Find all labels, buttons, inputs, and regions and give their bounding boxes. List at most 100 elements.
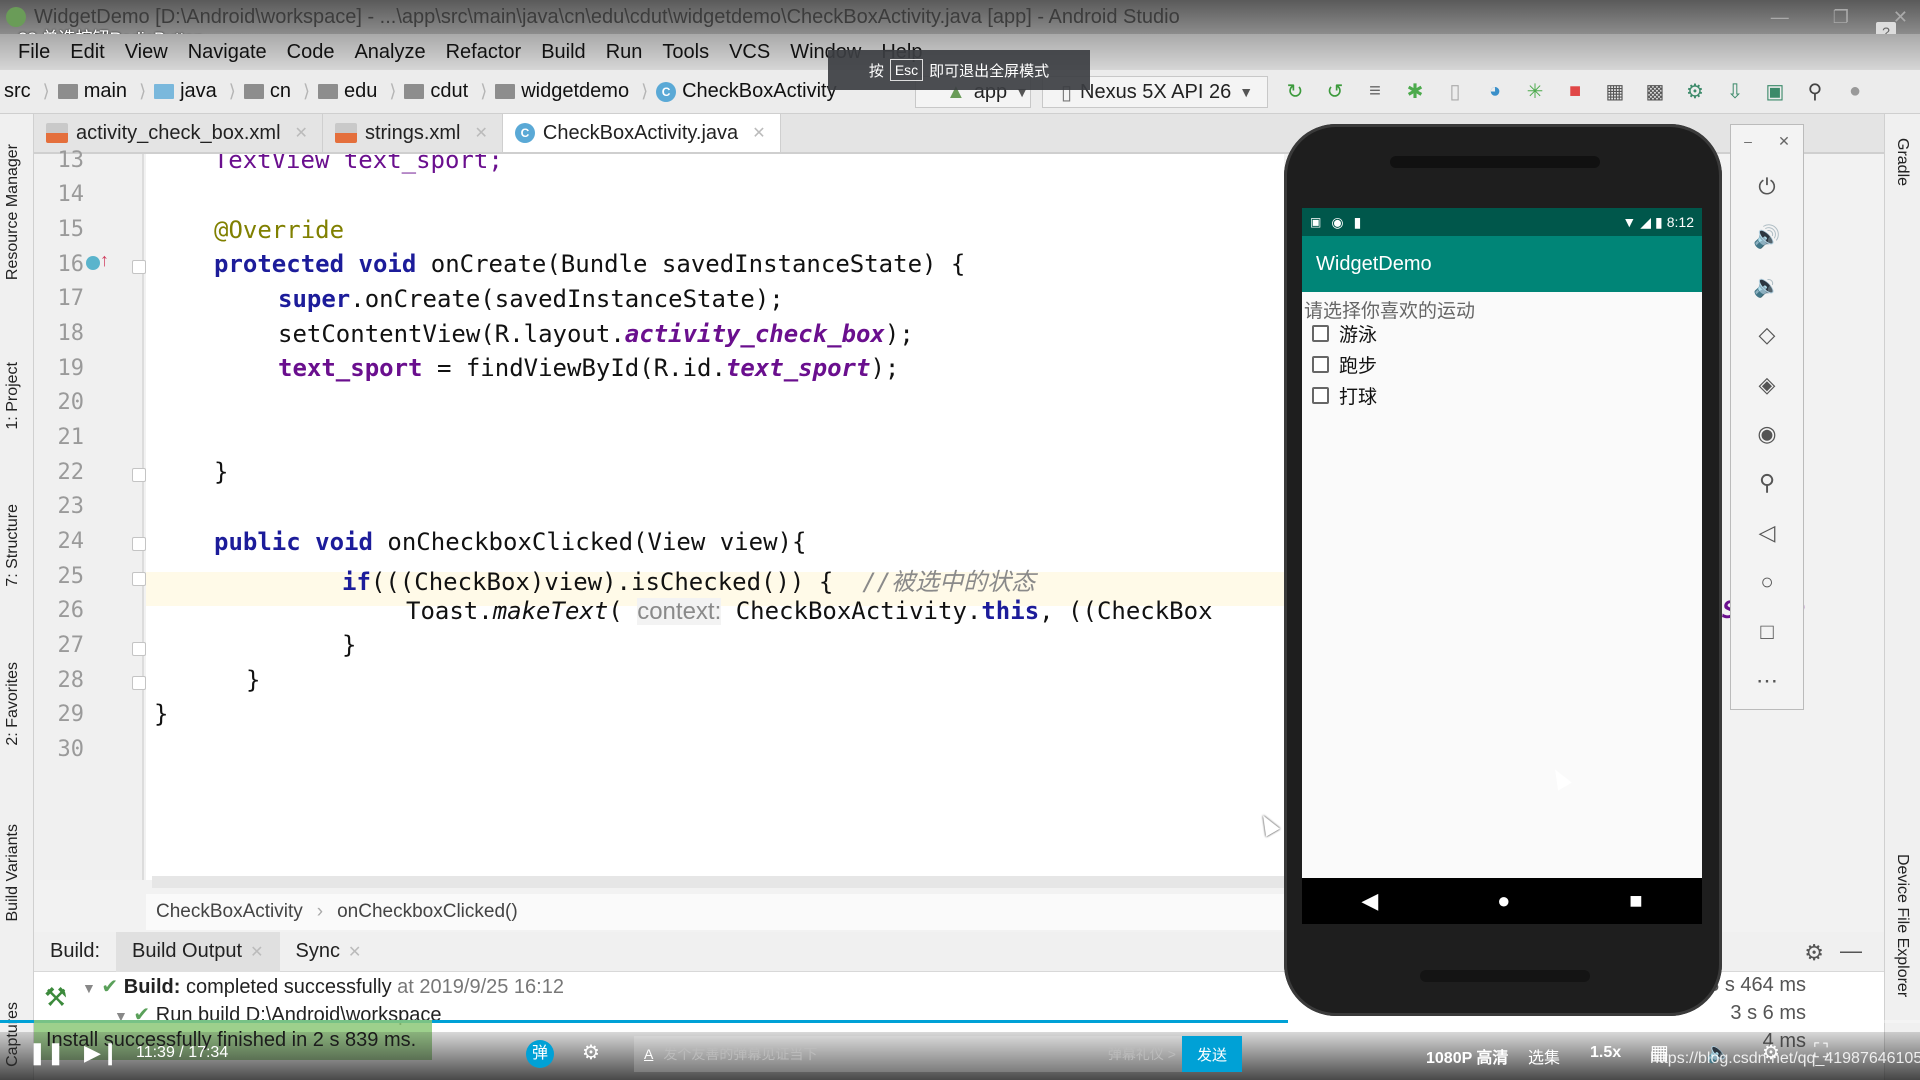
- quality-select[interactable]: 1080P 高清: [1426, 1044, 1508, 1068]
- menu-tools[interactable]: Tools: [652, 41, 719, 64]
- text-style-icon[interactable]: A: [644, 1046, 653, 1062]
- breadcrumb-class[interactable]: CheckBoxActivity: [156, 901, 303, 923]
- recents-nav-icon[interactable]: ■: [1629, 888, 1642, 914]
- home-nav-icon[interactable]: ●: [1497, 888, 1510, 914]
- avd-manager-icon[interactable]: ⚙: [1682, 78, 1708, 104]
- fold-marker[interactable]: [132, 260, 146, 274]
- pause-icon[interactable]: ❚❚: [28, 1040, 65, 1066]
- tool-favorites[interactable]: 2: Favorites: [4, 662, 22, 746]
- tool-build-variants[interactable]: Build Variants: [4, 824, 22, 922]
- apply-changes-icon[interactable]: ↻: [1282, 78, 1308, 104]
- episodes-button[interactable]: 选集: [1528, 1044, 1560, 1068]
- breadcrumb-edu[interactable]: edu ⟩: [317, 80, 396, 103]
- home-icon[interactable]: ○: [1731, 562, 1803, 602]
- playback-speed[interactable]: 1.5x: [1590, 1044, 1621, 1062]
- build-result-row[interactable]: ▼ ✔ Build: completed successfully at 201…: [82, 974, 564, 999]
- danmaku-etiquette-link[interactable]: 弹幕礼仪 >: [1108, 1044, 1176, 1064]
- maximize-icon[interactable]: ❐: [1833, 0, 1849, 34]
- stop-icon[interactable]: ■: [1562, 78, 1588, 104]
- editor-horizontal-scrollbar[interactable]: [152, 876, 1284, 888]
- breadcrumb-java[interactable]: java ⟩: [154, 80, 236, 103]
- tool-gradle[interactable]: Gradle: [1893, 138, 1911, 186]
- checkbox-swimming[interactable]: 游泳: [1312, 320, 1377, 347]
- build-hammer-icon[interactable]: ⚒: [44, 982, 67, 1013]
- search-icon[interactable]: ⚲: [1802, 78, 1828, 104]
- checkbox[interactable]: [1312, 325, 1329, 342]
- tool-structure[interactable]: 7: Structure: [4, 504, 22, 587]
- debug-icon[interactable]: ✱: [1402, 78, 1428, 104]
- next-icon[interactable]: ▶❙: [84, 1040, 119, 1066]
- send-danmaku-button[interactable]: 发送: [1182, 1036, 1242, 1072]
- breadcrumb-cn[interactable]: cn ⟩: [243, 80, 310, 103]
- user-icon[interactable]: ●: [1842, 78, 1868, 104]
- checkbox[interactable]: [1312, 387, 1329, 404]
- fold-marker[interactable]: [132, 642, 146, 656]
- expand-triangle-icon[interactable]: ▼: [82, 980, 96, 996]
- checkbox-ball[interactable]: 打球: [1312, 382, 1377, 409]
- breadcrumb-src[interactable]: src ⟩: [4, 80, 50, 103]
- menu-view[interactable]: View: [115, 41, 178, 64]
- sdk-manager-icon[interactable]: ⇩: [1722, 78, 1748, 104]
- danmaku-settings-icon[interactable]: ⚙: [582, 1040, 600, 1065]
- help-icon[interactable]: ?: [1876, 22, 1896, 34]
- close-icon[interactable]: ✕: [295, 123, 308, 143]
- close-icon[interactable]: ✕: [752, 123, 765, 143]
- project-structure-icon[interactable]: ▦: [1602, 78, 1628, 104]
- rotate-right-icon[interactable]: ◈: [1731, 365, 1803, 405]
- tab-sync[interactable]: Sync ✕: [280, 932, 378, 972]
- breadcrumb-cdut[interactable]: cdut ⟩: [404, 80, 487, 103]
- close-icon[interactable]: ✕: [250, 942, 263, 962]
- tab-build-output[interactable]: Build Output ✕: [116, 931, 280, 972]
- override-method-icon[interactable]: ↑: [86, 250, 112, 276]
- profile-icon[interactable]: ◕: [1482, 78, 1508, 104]
- checkbox-running[interactable]: 跑步: [1312, 351, 1377, 378]
- breadcrumb-checkboxactivity[interactable]: C CheckBoxActivity: [656, 80, 837, 103]
- more-icon[interactable]: ⋯: [1731, 661, 1803, 701]
- menu-navigate[interactable]: Navigate: [178, 41, 277, 64]
- minimize-panel-icon[interactable]: —: [1840, 938, 1862, 964]
- terminal-icon[interactable]: ▩: [1642, 78, 1668, 104]
- tool-device-file-explorer[interactable]: Device File Explorer: [1893, 854, 1911, 997]
- rotate-left-icon[interactable]: ◇: [1731, 315, 1803, 355]
- sync-icon[interactable]: ≡: [1362, 78, 1388, 104]
- tool-project[interactable]: 1: Project: [4, 362, 22, 430]
- attach-debugger-icon[interactable]: ▯: [1442, 78, 1468, 104]
- back-nav-icon[interactable]: ◀: [1361, 888, 1378, 914]
- apply-code-changes-icon[interactable]: ↺: [1322, 78, 1348, 104]
- tool-resource-manager[interactable]: Resource Manager: [4, 144, 22, 280]
- breadcrumb-widgetdemo[interactable]: widgetdemo ⟩: [495, 80, 648, 103]
- danmaku-toggle-icon[interactable]: 弹: [526, 1040, 554, 1068]
- menu-edit[interactable]: Edit: [60, 41, 114, 64]
- device-icon[interactable]: ▣: [1762, 78, 1788, 104]
- tab-activity-check-box-xml[interactable]: activity_check_box.xml ✕: [34, 114, 323, 152]
- fold-marker[interactable]: [132, 468, 146, 482]
- danmaku-input[interactable]: A 发个友善的弹幕见证当下 弹幕礼仪 >: [634, 1036, 1184, 1072]
- menu-analyze[interactable]: Analyze: [344, 41, 435, 64]
- volume-down-icon[interactable]: 🔉: [1731, 266, 1803, 306]
- checkbox[interactable]: [1312, 356, 1329, 373]
- menu-vcs[interactable]: VCS: [719, 41, 780, 64]
- fold-marker[interactable]: [132, 676, 146, 690]
- fold-marker[interactable]: [132, 537, 146, 551]
- close-icon[interactable]: ✕: [348, 942, 361, 962]
- menu-code[interactable]: Code: [277, 41, 345, 64]
- camera-icon[interactable]: ◉: [1731, 414, 1803, 454]
- code-editor[interactable]: TextView text_sport; @Override protected…: [146, 154, 1284, 880]
- minimize-icon[interactable]: –: [1744, 133, 1752, 150]
- menu-build[interactable]: Build: [531, 41, 595, 64]
- menu-file[interactable]: File: [8, 41, 60, 64]
- close-icon[interactable]: ✕: [475, 123, 488, 143]
- breadcrumb-main[interactable]: main ⟩: [57, 80, 146, 103]
- overview-icon[interactable]: □: [1731, 612, 1803, 652]
- stop-debug-icon[interactable]: ✳: [1522, 78, 1548, 104]
- fold-marker[interactable]: [132, 572, 146, 586]
- zoom-icon[interactable]: ⚲: [1731, 463, 1803, 503]
- close-icon[interactable]: ✕: [1778, 133, 1790, 150]
- tab-checkboxactivity-java[interactable]: C CheckBoxActivity.java ✕: [502, 114, 781, 152]
- back-icon[interactable]: ◁: [1731, 513, 1803, 553]
- emulator-screen[interactable]: ▣ ◉ ▮ ▼ ◢ ▮ 8:12 WidgetDemo 请选择你喜欢的运动 游泳…: [1302, 208, 1702, 924]
- menu-run[interactable]: Run: [596, 41, 653, 64]
- menu-refactor[interactable]: Refactor: [436, 41, 532, 64]
- power-icon[interactable]: ⏻: [1731, 167, 1803, 207]
- settings-gear-icon[interactable]: ⚙: [1804, 940, 1824, 966]
